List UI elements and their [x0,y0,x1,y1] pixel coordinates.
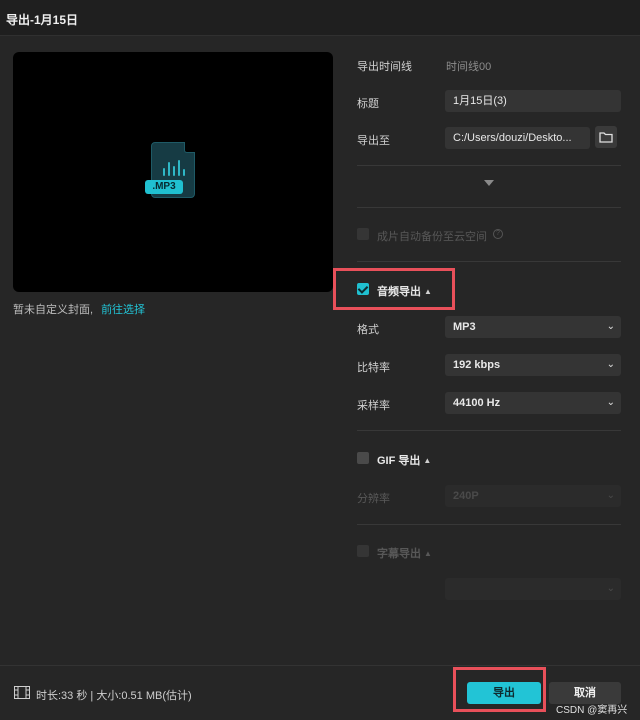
chevron-down-icon: ⌄ [606,359,615,370]
footer-divider [0,665,640,666]
export-dialog: 导出-1月15日 .MP3 暂未自定义封面, 前往选择 导出时间线 时间线00 标… [0,0,640,720]
preview-area: .MP3 [13,52,333,292]
cloud-backup-checkbox[interactable] [357,228,369,240]
divider [357,165,621,166]
resolution-value: 240P [453,490,479,502]
bitrate-label: 比特率 [357,362,390,374]
dialog-title: 导出-1月15日 [6,13,79,27]
duration-size-info: 时长:33 秒 | 大小:0.51 MB(估计) [36,690,192,702]
samplerate-label: 采样率 [357,400,390,412]
chevron-down-icon: ⌄ [606,321,615,332]
format-select[interactable]: MP3 ⌄ [445,316,621,338]
gif-export-toggle[interactable]: GIF 导出 ▲ [377,452,431,468]
gif-export-label: GIF 导出 [377,455,421,467]
file-ext-badge: .MP3 [145,180,183,194]
bitrate-select[interactable]: 192 kbps ⌄ [445,354,621,376]
timeline-label: 导出时间线 [357,61,412,73]
title-label: 标题 [357,98,379,110]
samplerate-select[interactable]: 44100 Hz ⌄ [445,392,621,414]
title-bar: 导出-1月15日 [0,0,640,36]
export-to-label: 导出至 [357,135,390,147]
film-icon [14,686,30,699]
format-label: 格式 [357,324,379,336]
chevron-down-icon: ⌄ [606,397,615,408]
chevron-down-icon: ⌄ [606,490,615,501]
caret-up-icon: ▲ [424,549,432,558]
format-value: MP3 [453,321,476,333]
watermark: CSDN @窦再兴 [556,705,628,716]
resolution-label: 分辨率 [357,493,390,505]
cover-note: 暂未自定义封面, 前往选择 [13,301,145,317]
export-path-input[interactable]: C:/Users/douzi/Deskto... [445,127,590,149]
bitrate-value: 192 kbps [453,359,501,371]
title-input[interactable]: 1月15日(3) [445,90,621,112]
subtitle-export-checkbox[interactable] [357,545,369,557]
cover-note-text: 暂未自定义封面, [13,304,94,316]
chevron-down-icon: ⌄ [606,583,615,594]
subtitle-export-toggle[interactable]: 字幕导出 ▲ [377,545,432,561]
export-button-highlight [453,667,546,712]
divider [357,261,621,262]
help-icon[interactable]: ? [493,229,503,239]
folder-icon [599,132,613,143]
caret-up-icon: ▲ [423,456,432,465]
subtitle-format-select[interactable]: ⌄ [445,578,621,600]
choose-cover-link[interactable]: 前往选择 [101,304,145,316]
timeline-value: 时间线00 [446,61,492,73]
divider [357,430,621,431]
resolution-select[interactable]: 240P ⌄ [445,485,621,507]
divider [357,524,621,525]
cloud-backup-label: 成片自动备份至云空间 [377,231,487,243]
audio-export-highlight [333,268,455,310]
subtitle-export-label: 字幕导出 [377,548,421,560]
expand-more-icon[interactable] [484,180,494,186]
browse-folder-button[interactable] [595,126,617,148]
gif-export-checkbox[interactable] [357,452,369,464]
divider [357,207,621,208]
samplerate-value: 44100 Hz [453,397,501,409]
audio-file-icon: .MP3 [145,142,195,198]
